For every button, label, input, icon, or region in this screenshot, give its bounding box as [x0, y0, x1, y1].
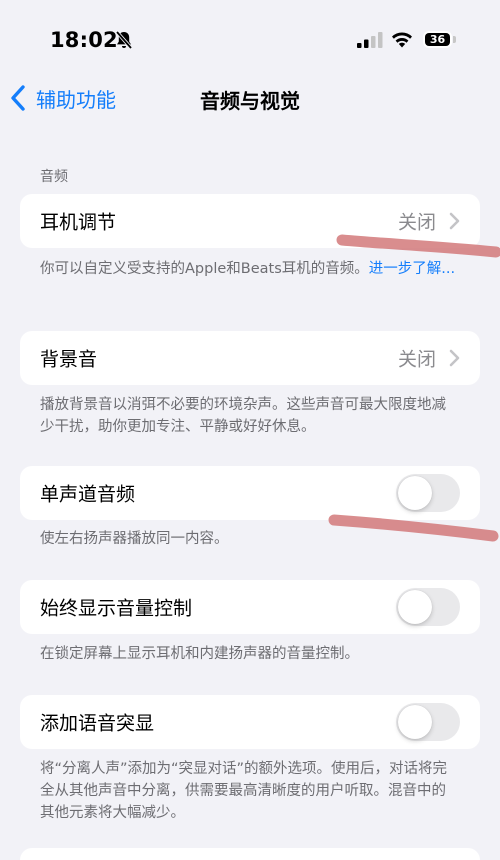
cellular-signal-icon [357, 32, 383, 48]
status-bar: 18:02 36 [0, 0, 500, 70]
row-label: 添加语音突显 [40, 712, 155, 735]
row-label: 始终显示音量控制 [40, 597, 193, 620]
battery-level: 36 [425, 33, 450, 46]
background-sounds-row[interactable]: 背景音 关闭 [20, 331, 480, 385]
row-footer: 使左右扬声器播放同一内容。 [40, 531, 229, 547]
status-time: 18:02 [50, 28, 118, 52]
chevron-right-icon [449, 349, 460, 367]
row-footer: 你可以自定义受支持的Apple和Beats耳机的音频。进一步了解... [40, 258, 460, 280]
chevron-right-icon [449, 212, 460, 230]
always-show-volume-toggle[interactable] [396, 588, 460, 626]
mono-audio-toggle[interactable] [396, 474, 460, 512]
toggle-knob [398, 476, 432, 510]
always-show-volume-row: 始终显示音量控制 [20, 580, 480, 634]
bell-slash-icon [115, 30, 133, 50]
battery-icon: 36 [423, 31, 452, 48]
row-label: 背景音 [40, 348, 98, 371]
next-row [20, 848, 480, 860]
page-title: 音频与视觉 [200, 89, 300, 113]
row-label: 耳机调节 [40, 211, 117, 234]
speech-highlight-row: 添加语音突显 [20, 695, 480, 749]
row-label: 单声道音频 [40, 483, 136, 506]
learn-more-link[interactable]: 进一步了解... [369, 261, 455, 277]
row-footer: 将“分离人声”添加为“突显对话”的额外选项。使用后，对话将完全从其他声音中分离，… [40, 761, 448, 821]
section-header: 音频 [40, 169, 68, 185]
mono-audio-row: 单声道音频 [20, 466, 480, 520]
headphone-accommodations-row[interactable]: 耳机调节 关闭 [20, 194, 480, 248]
row-footer: 在锁定屏幕上显示耳机和内建扬声器的音量控制。 [40, 646, 359, 662]
speech-highlight-toggle[interactable] [396, 703, 460, 741]
toggle-knob [398, 590, 432, 624]
wifi-icon [392, 32, 412, 48]
battery-cap [453, 36, 456, 43]
row-footer: 播放背景音以消弭不必要的环境杂声。这些声音可最大限度地减少干扰，助你更加专注、平… [40, 397, 446, 435]
row-value: 关闭 [397, 348, 436, 371]
footer-text: 你可以自定义受支持的Apple和Beats耳机的音频。 [40, 261, 369, 277]
toggle-knob [398, 705, 432, 739]
row-value: 关闭 [397, 211, 436, 234]
